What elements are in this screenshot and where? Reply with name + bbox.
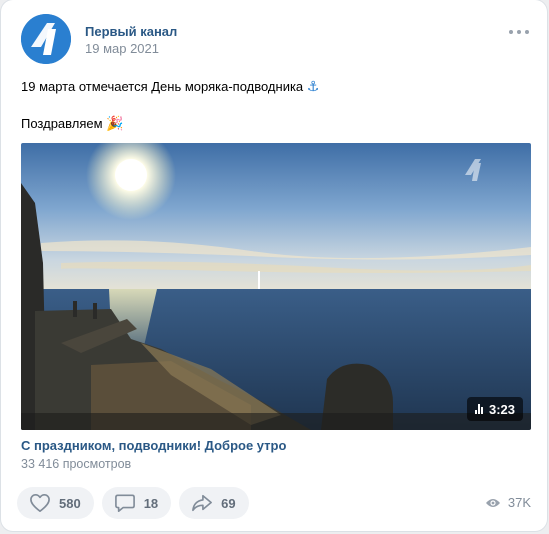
- video-title[interactable]: С праздником, подводники! Доброе утро: [21, 438, 286, 453]
- bars-icon: [474, 404, 483, 414]
- post-card: Первый канал 19 мар 2021 19 марта отмеча…: [1, 0, 547, 531]
- video-duration-badge: 3:23: [466, 397, 523, 421]
- share-count: 69: [221, 495, 236, 511]
- like-count: 580: [59, 495, 81, 511]
- channel-name[interactable]: Первый канал: [85, 24, 177, 39]
- heart-icon: [30, 494, 50, 512]
- post-actions: 580 18 69: [17, 487, 249, 519]
- channel-logo-icon: [21, 14, 71, 64]
- comment-button[interactable]: 18: [101, 487, 172, 519]
- post-text-line: Поздравляем: [21, 116, 103, 131]
- post-views: 37K: [485, 495, 531, 510]
- comment-count: 18: [143, 495, 159, 511]
- post-text-line: 19 марта отмечается День моряка-подводни…: [21, 79, 304, 94]
- video-duration: 3:23: [488, 401, 515, 417]
- eye-icon: [485, 498, 500, 507]
- post-text: 19 марта отмечается День моряка-подводни…: [21, 78, 527, 132]
- views-count: 37K: [507, 495, 531, 510]
- comment-icon: [114, 494, 135, 512]
- video-player[interactable]: 3:23: [21, 143, 531, 430]
- post-date[interactable]: 19 мар 2021: [85, 41, 159, 56]
- more-options-icon[interactable]: [509, 24, 529, 40]
- post-header: Первый канал 19 мар 2021: [21, 14, 533, 64]
- channel-avatar[interactable]: [21, 14, 71, 64]
- anchor-emoji-icon: ⚓: [306, 78, 320, 94]
- share-arrow-icon: [192, 494, 213, 512]
- share-button[interactable]: 69: [179, 487, 249, 519]
- party-popper-emoji-icon: 🎉: [106, 115, 124, 131]
- video-views-count: 33 416 просмотров: [21, 457, 132, 471]
- like-button[interactable]: 580: [17, 487, 94, 519]
- video-thumbnail: [21, 143, 531, 430]
